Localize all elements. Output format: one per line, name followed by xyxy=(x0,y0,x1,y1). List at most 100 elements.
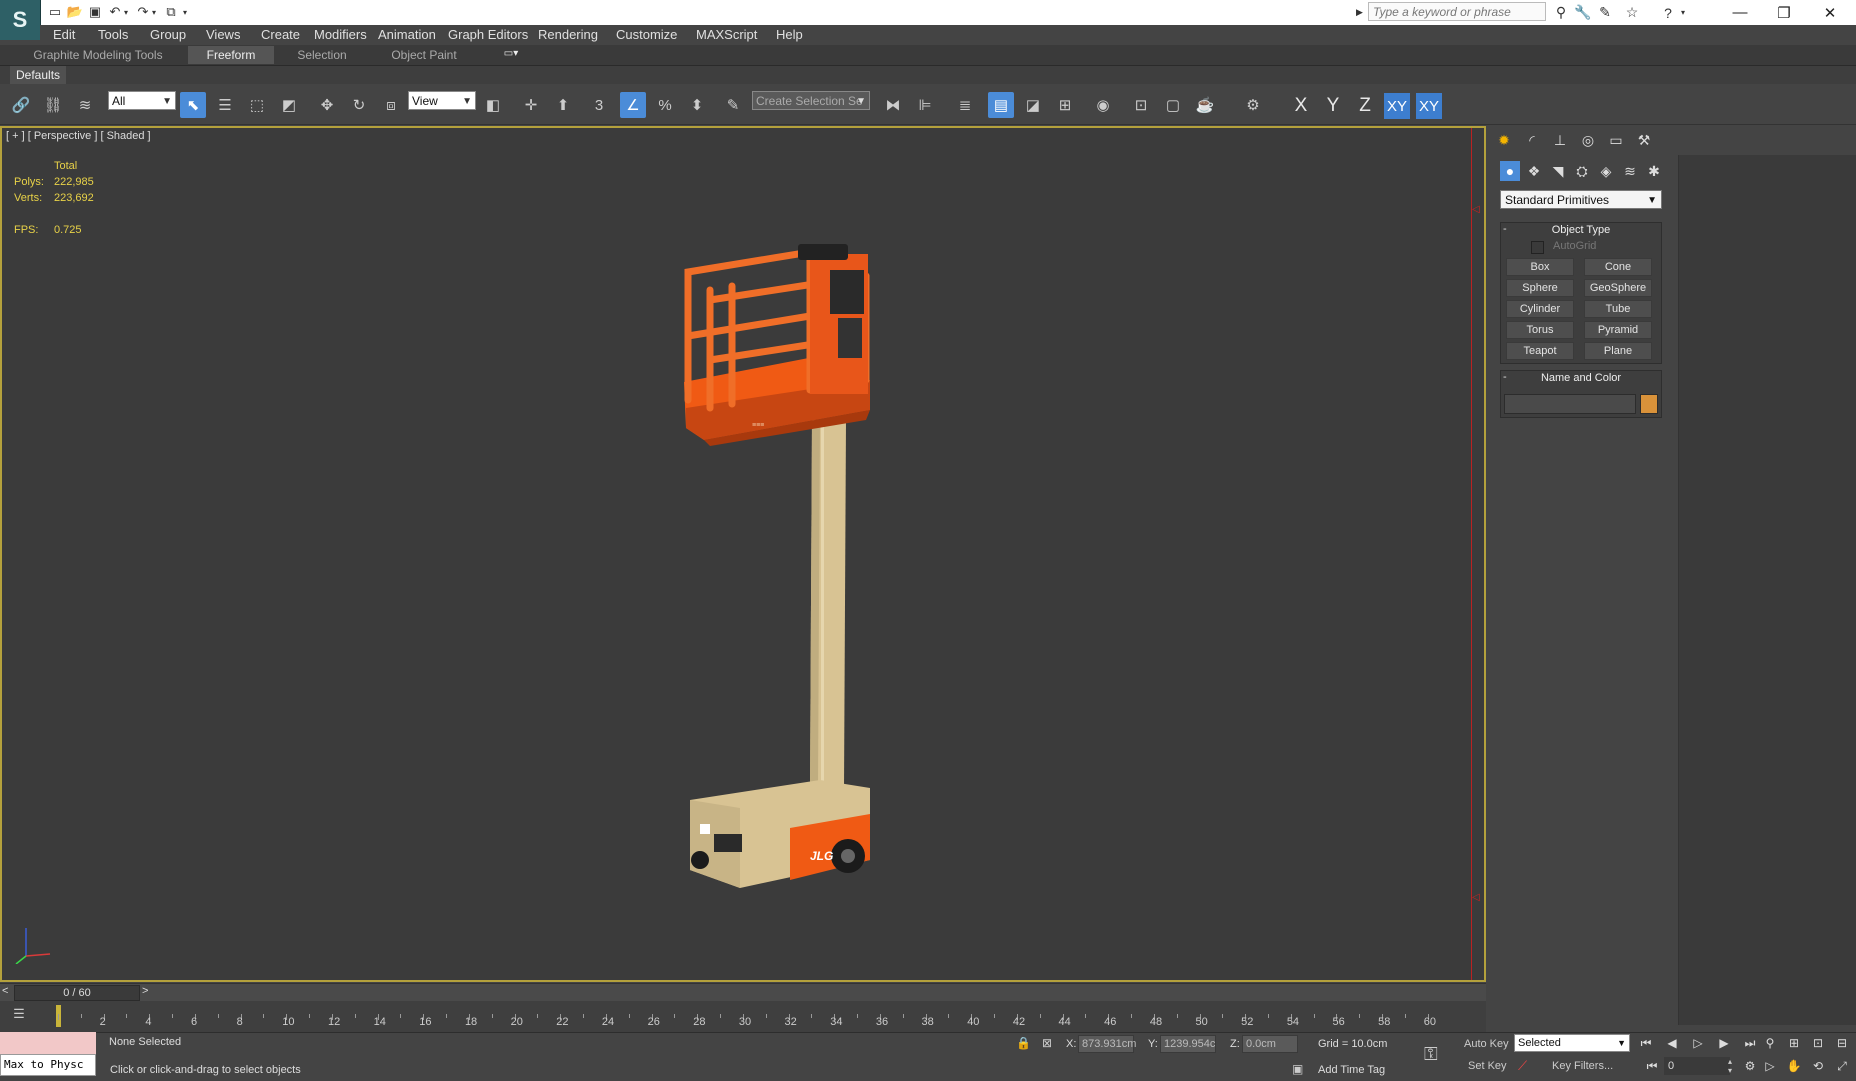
systems-category-icon[interactable]: ✱ xyxy=(1644,161,1664,181)
time-slider-thumb[interactable]: 0 / 60 xyxy=(14,985,140,1001)
viewport-label[interactable]: [ + ] [ Perspective ] [ Shaded ] xyxy=(6,130,151,142)
geometry-category-icon[interactable]: ● xyxy=(1500,161,1520,181)
tube-button[interactable]: Tube xyxy=(1584,300,1652,318)
shapes-category-icon[interactable]: ❖ xyxy=(1524,161,1544,181)
cameras-category-icon[interactable]: ⛭ xyxy=(1572,161,1592,181)
menu-rendering[interactable]: Rendering xyxy=(536,26,600,44)
zoom-extents-icon[interactable]: ⊡ xyxy=(1808,1033,1828,1053)
space-warps-category-icon[interactable]: ≋ xyxy=(1620,161,1640,181)
menu-group[interactable]: Group xyxy=(148,26,188,44)
close-icon[interactable]: ✕ xyxy=(1808,0,1852,25)
teapot-button[interactable]: Teapot xyxy=(1506,342,1574,360)
next-frame-icon[interactable]: ▶ xyxy=(1714,1033,1734,1053)
subscription-icon[interactable]: 🔧 xyxy=(1573,3,1593,22)
app-logo-icon[interactable]: S xyxy=(0,0,41,40)
unlink-icon[interactable]: ⛓ xyxy=(40,92,66,118)
orbit-icon[interactable]: ⟲ xyxy=(1808,1056,1828,1076)
mirror-icon[interactable]: ⧓ xyxy=(880,92,906,118)
rendered-frame-window-icon[interactable]: ▢ xyxy=(1160,92,1186,118)
select-and-rotate-icon[interactable]: ↻ xyxy=(346,92,372,118)
modify-tab-icon[interactable]: ◜ xyxy=(1522,130,1542,150)
key-mode-dropdown[interactable]: Selected ▼ xyxy=(1514,1034,1630,1052)
time-slider[interactable] xyxy=(0,983,1486,1001)
menu-edit[interactable]: Edit xyxy=(51,26,77,44)
render-production-icon[interactable]: ☕ xyxy=(1192,92,1218,118)
object-name-input[interactable] xyxy=(1504,394,1636,414)
search-input[interactable]: Type a keyword or phrase xyxy=(1368,2,1546,21)
motion-tab-icon[interactable]: ◎ xyxy=(1578,130,1598,150)
lights-category-icon[interactable]: ◥ xyxy=(1548,161,1568,181)
hierarchy-tab-icon[interactable]: ⊥ xyxy=(1550,130,1570,150)
named-selection-set-dropdown[interactable]: Create Selection Se ▼ xyxy=(752,91,870,110)
axis-constraint-x[interactable]: X xyxy=(1288,93,1314,119)
defaults-label[interactable]: Defaults xyxy=(10,66,67,84)
communication-icon[interactable]: ✎ xyxy=(1595,3,1615,22)
tab-freeform[interactable]: Freeform xyxy=(188,46,274,64)
axis-constraint-xy-cycle[interactable]: XY xyxy=(1416,93,1442,119)
geosphere-button[interactable]: GeoSphere xyxy=(1584,279,1652,297)
keyboard-shortcut-override-icon[interactable]: ⬆ xyxy=(550,92,576,118)
key-filters-button[interactable]: Key Filters... xyxy=(1552,1060,1613,1072)
selection-lock-icon[interactable]: 🔒 xyxy=(1016,1036,1031,1050)
key-mode-toggle-icon[interactable]: ⏮ xyxy=(1642,1056,1662,1076)
set-key-mode-key-icon[interactable]: ⚿ xyxy=(1424,1044,1438,1065)
object-category-dropdown[interactable]: Standard Primitives ▼ xyxy=(1500,190,1662,209)
current-frame-input[interactable]: 0 xyxy=(1664,1057,1730,1075)
undo-dropdown-icon[interactable]: ▾ xyxy=(121,3,131,21)
select-and-move-icon[interactable]: ✥ xyxy=(314,92,340,118)
axis-constraint-xy[interactable]: XY xyxy=(1384,93,1410,119)
reference-coordinate-dropdown[interactable]: View ▼ xyxy=(408,91,476,110)
time-configuration-icon[interactable]: ⚙ xyxy=(1740,1056,1760,1076)
project-folder-icon[interactable]: ⧉ xyxy=(162,3,180,21)
edit-named-selection-icon[interactable]: ✎ xyxy=(720,92,746,118)
snaps-toggle-icon[interactable]: 3 xyxy=(586,92,612,118)
go-to-end-icon[interactable]: ⏭ xyxy=(1740,1033,1760,1053)
select-object-icon[interactable]: ⬉ xyxy=(180,92,206,118)
object-color-swatch[interactable] xyxy=(1640,394,1658,414)
layer-explorer-icon[interactable]: ≣ xyxy=(952,92,978,118)
tab-selection[interactable]: Selection xyxy=(284,46,360,64)
help-icon[interactable]: ? xyxy=(1658,3,1678,22)
menu-animation[interactable]: Animation xyxy=(376,26,438,44)
add-time-tag[interactable]: Add Time Tag xyxy=(1318,1064,1385,1076)
auto-key-button[interactable]: Auto Key xyxy=(1464,1038,1509,1050)
create-tab-icon[interactable]: ✹ xyxy=(1494,130,1514,150)
go-to-start-icon[interactable]: ⏮ xyxy=(1636,1033,1656,1053)
menu-tools[interactable]: Tools xyxy=(96,26,130,44)
ribbon-options-icon[interactable]: ▭▾ xyxy=(498,48,524,62)
schematic-view-icon[interactable]: ⊞ xyxy=(1052,92,1078,118)
maxscript-listener-input[interactable]: Max to Physc xyxy=(0,1054,96,1076)
object-type-title[interactable]: Object Type xyxy=(1500,222,1662,238)
axis-constraint-z[interactable]: Z xyxy=(1352,93,1378,119)
binoculars-icon[interactable]: ⚲ xyxy=(1551,3,1571,22)
torus-button[interactable]: Torus xyxy=(1506,321,1574,339)
curve-editor-icon[interactable]: ◪ xyxy=(1020,92,1046,118)
box-button[interactable]: Box xyxy=(1506,258,1574,276)
quick-access-dropdown-icon[interactable]: ▾ xyxy=(180,3,190,21)
sphere-button[interactable]: Sphere xyxy=(1506,279,1574,297)
bind-space-warp-icon[interactable]: ≋ xyxy=(72,92,98,118)
set-key-button[interactable]: Set Key xyxy=(1468,1060,1507,1072)
spinner-snap-icon[interactable]: ⬍ xyxy=(684,92,710,118)
helpers-category-icon[interactable]: ◈ xyxy=(1596,161,1616,181)
select-and-link-icon[interactable]: 🔗 xyxy=(8,92,34,118)
search-expand-icon[interactable]: ▶ xyxy=(1356,3,1366,22)
maxscript-listener-output[interactable] xyxy=(0,1032,96,1054)
angle-snap-icon[interactable]: ∠ xyxy=(620,92,646,118)
autogrid-checkbox[interactable] xyxy=(1531,241,1544,254)
help-dropdown-icon[interactable]: ▾ xyxy=(1678,3,1688,22)
cylinder-button[interactable]: Cylinder xyxy=(1506,300,1574,318)
physx-icon[interactable]: ⚙ xyxy=(1240,92,1266,118)
x-coordinate-input[interactable]: 873.931cm xyxy=(1078,1035,1136,1053)
mini-curve-editor-icon[interactable]: ☰ xyxy=(8,1006,30,1026)
pyramid-button[interactable]: Pyramid xyxy=(1584,321,1652,339)
maximize-viewport-icon[interactable]: ⤢ xyxy=(1832,1056,1852,1076)
isolate-toggle-icon[interactable]: ▣ xyxy=(1292,1062,1303,1076)
save-icon[interactable]: ▣ xyxy=(86,3,104,21)
frame-spinner-icon[interactable]: ▴ ▾ xyxy=(1728,1057,1732,1075)
tab-object-paint[interactable]: Object Paint xyxy=(378,46,470,64)
field-of-view-icon[interactable]: ▷ xyxy=(1760,1056,1780,1076)
zoom-all-icon[interactable]: ⊞ xyxy=(1784,1033,1804,1053)
minimize-icon[interactable]: — xyxy=(1718,0,1762,25)
select-and-scale-icon[interactable]: ⧈ xyxy=(378,92,404,118)
